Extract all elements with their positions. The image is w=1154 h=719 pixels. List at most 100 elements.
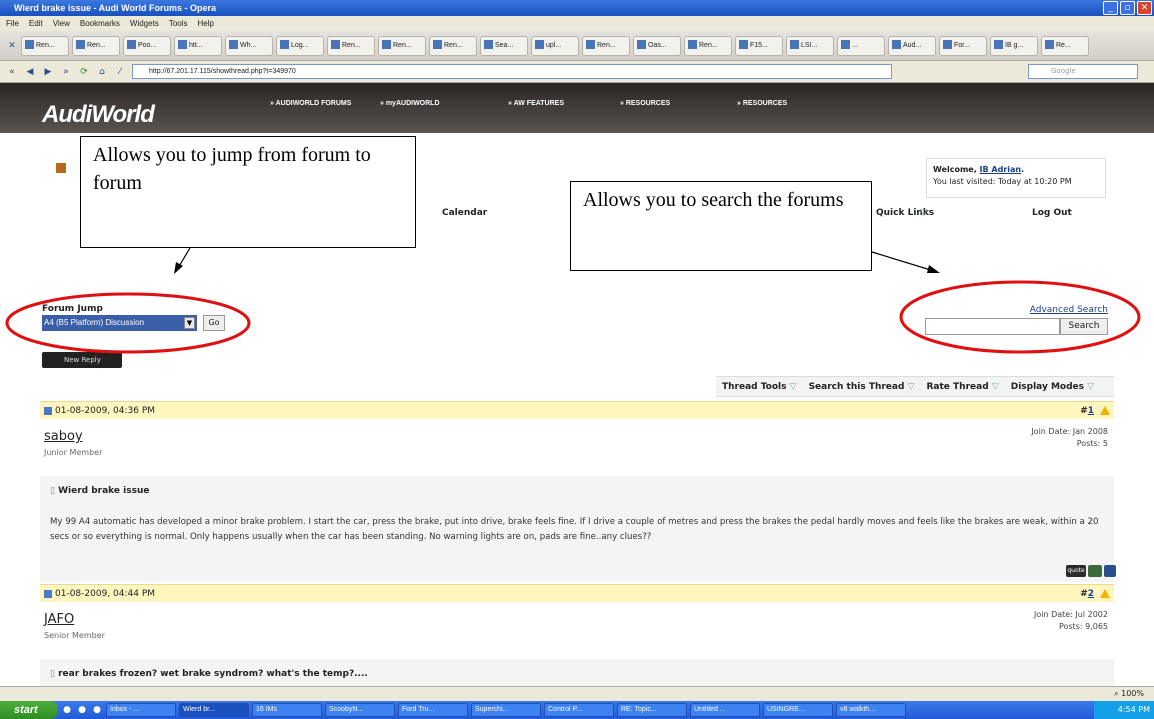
page-icon <box>76 40 85 50</box>
maximize-icon[interactable]: ▫ <box>1120 1 1135 15</box>
minimize-icon[interactable]: _ <box>1103 1 1118 15</box>
quick-launch-icon[interactable]: ● <box>61 704 73 716</box>
post-username[interactable]: saboy <box>44 429 83 444</box>
nav-audiworld-forums[interactable]: » AUDIWORLD FORUMS <box>270 100 351 107</box>
post-username[interactable]: JAFO <box>44 612 74 627</box>
close-tab-icon[interactable]: ✕ <box>6 40 18 52</box>
report-icon[interactable] <box>1100 589 1110 598</box>
taskbar-item[interactable]: Untitled ... <box>690 703 760 717</box>
browser-tab[interactable]: Ren... <box>72 35 120 56</box>
post-number[interactable]: #2 <box>1080 585 1094 603</box>
browser-tab[interactable]: LSI... <box>786 35 834 56</box>
taskbar-item[interactable]: USINGRE... <box>763 703 833 717</box>
menu-file[interactable]: File <box>6 16 19 31</box>
taskbar-item[interactable]: Ford Tru... <box>398 703 468 717</box>
browser-tab[interactable]: Wh... <box>225 35 273 56</box>
display-modes-menu[interactable]: Display Modes ▽ <box>1011 377 1094 396</box>
browser-tab-active[interactable]: Aud... <box>888 35 936 56</box>
browser-tab[interactable]: F15... <box>735 35 783 56</box>
post-title: ▯ rear brakes frozen? wet brake syndrom?… <box>50 669 368 679</box>
search-engine-input[interactable]: Google <box>1028 64 1138 79</box>
multiquote-icon[interactable] <box>1088 565 1102 577</box>
start-button[interactable]: start <box>0 701 58 719</box>
status-bar: ⌕ 100% <box>0 686 1154 701</box>
search-input[interactable] <box>925 318 1060 335</box>
page-icon <box>739 40 748 50</box>
report-icon[interactable] <box>1100 406 1110 415</box>
quick-launch-icon[interactable]: ● <box>76 704 88 716</box>
chevron-down-icon: ▽ <box>1087 382 1095 392</box>
search-button[interactable]: Search <box>1060 318 1108 335</box>
browser-tab[interactable]: Ren... <box>378 35 426 56</box>
user-info: Join Date: Jul 2002 Posts: 9,065 <box>1033 610 1108 631</box>
logout-link[interactable]: Log Out <box>1032 208 1072 218</box>
nav-aw-features[interactable]: » AW FEATURES <box>508 100 564 107</box>
menu-view[interactable]: View <box>53 16 70 31</box>
menu-help[interactable]: Help <box>198 16 214 31</box>
post-icon <box>44 406 52 415</box>
page-icon <box>586 40 595 50</box>
menu-tools[interactable]: Tools <box>169 16 188 31</box>
browser-tab[interactable]: Ren... <box>21 35 69 56</box>
taskbar-item-active[interactable]: Wierd br... <box>179 703 249 717</box>
taskbar-item[interactable]: Superchi... <box>471 703 541 717</box>
browser-tab[interactable]: htt... <box>174 35 222 56</box>
thread-tools-menu[interactable]: Thread Tools ▽ <box>722 377 797 396</box>
fast-forward-icon[interactable]: » <box>60 66 72 78</box>
taskbar-item[interactable]: RE: Topic... <box>617 703 687 717</box>
menu-bookmarks[interactable]: Bookmarks <box>80 16 120 31</box>
browser-tab[interactable]: Ren... <box>429 35 477 56</box>
post-number[interactable]: #1 <box>1080 402 1094 420</box>
browser-tab[interactable]: Re... <box>1041 35 1089 56</box>
wand-icon[interactable]: ⁄ <box>114 66 126 78</box>
browser-tab[interactable]: Ren... <box>327 35 375 56</box>
close-icon[interactable]: ✕ <box>1137 1 1152 15</box>
browser-tab[interactable]: ... <box>837 35 885 56</box>
browser-tab[interactable]: IB g... <box>990 35 1038 56</box>
forum-jump-select[interactable]: A4 (B5 Platform) Discussion <box>42 315 197 331</box>
home-icon[interactable]: ⌂ <box>96 66 108 78</box>
browser-tab[interactable]: For... <box>939 35 987 56</box>
taskbar-item[interactable]: ScoobyN... <box>325 703 395 717</box>
forward-icon[interactable]: ▶ <box>42 66 54 78</box>
menu-widgets[interactable]: Widgets <box>130 16 159 31</box>
browser-tab[interactable]: Oas... <box>633 35 681 56</box>
user-rank: Senior Member <box>44 631 105 640</box>
nav-myaudiworld[interactable]: » myAUDIWORLD <box>380 100 440 107</box>
username-link[interactable]: IB Adrian <box>980 165 1022 174</box>
taskbar-item[interactable]: Inbox - ... <box>106 703 176 717</box>
browser-tab[interactable]: upl... <box>531 35 579 56</box>
quote-button[interactable]: quote <box>1066 565 1086 577</box>
taskbar-item[interactable]: v8 walkth... <box>836 703 906 717</box>
search-thread-menu[interactable]: Search this Thread ▽ <box>809 377 915 396</box>
calendar-link[interactable]: Calendar <box>442 208 487 218</box>
browser-tab[interactable]: Poo... <box>123 35 171 56</box>
new-reply-button[interactable]: New Reply <box>42 352 122 368</box>
dropdown-arrow-icon[interactable]: ▼ <box>184 317 195 329</box>
reload-icon[interactable]: ⟳ <box>78 66 90 78</box>
quick-launch-icon[interactable]: ● <box>91 704 103 716</box>
rewind-icon[interactable]: « <box>6 66 18 78</box>
browser-tab[interactable]: Ren... <box>684 35 732 56</box>
browser-tab[interactable]: Log... <box>276 35 324 56</box>
rate-thread-menu[interactable]: Rate Thread ▽ <box>927 377 999 396</box>
forum-jump-label: Forum Jump <box>42 304 103 314</box>
back-icon[interactable]: ◀ <box>24 66 36 78</box>
browser-tab[interactable]: Sea... <box>480 35 528 56</box>
quick-reply-icon[interactable] <box>1104 565 1116 577</box>
zoom-level[interactable]: 100% <box>1121 689 1144 698</box>
forum-jump-go-button[interactable]: Go <box>203 315 225 331</box>
nav-resources-2[interactable]: » RESOURCES <box>737 100 787 107</box>
taskbar-item[interactable]: Control P... <box>544 703 614 717</box>
taskbar-item[interactable]: 16 IMs <box>252 703 322 717</box>
nav-resources[interactable]: » RESOURCES <box>620 100 670 107</box>
post-date: 01-08-2009, 04:44 PM <box>55 589 156 599</box>
advanced-search-link[interactable]: Advanced Search <box>1030 305 1108 315</box>
post-icon <box>44 589 52 598</box>
site-logo[interactable]: AudiWorld <box>42 101 155 129</box>
clock: 4:54 PM <box>1094 701 1154 719</box>
browser-tab[interactable]: Ren... <box>582 35 630 56</box>
post-header: 01-08-2009, 04:36 PM #1 <box>40 401 1114 419</box>
menu-edit[interactable]: Edit <box>29 16 43 31</box>
url-input[interactable]: http://67.201.17.115/showthread.php?t=34… <box>132 64 892 79</box>
